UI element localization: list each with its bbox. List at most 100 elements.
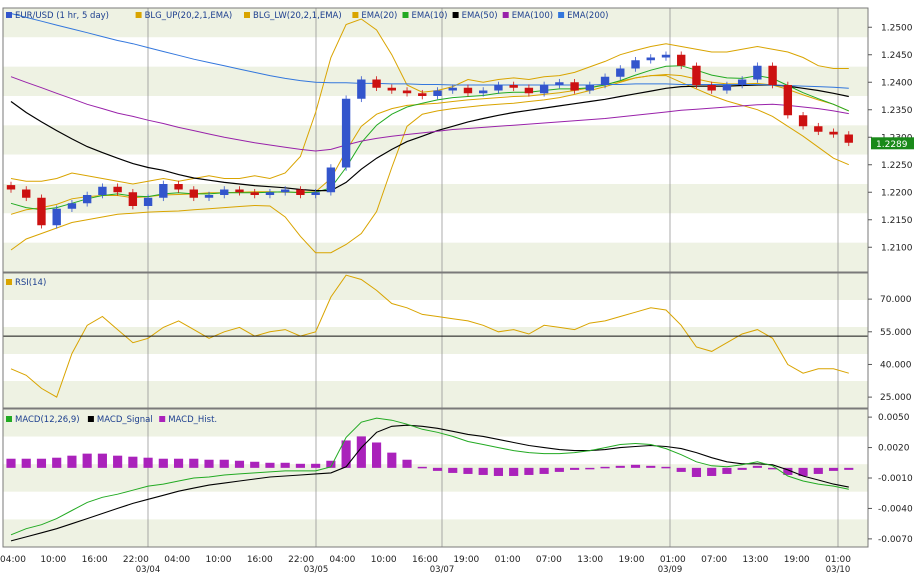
macd-hist-bar[interactable] [67, 455, 77, 468]
candle-body[interactable] [296, 189, 305, 196]
candle-body[interactable] [311, 192, 320, 195]
candle-body[interactable] [37, 197, 46, 226]
candle-body[interactable] [433, 90, 442, 97]
candle-body[interactable] [387, 87, 396, 91]
candle-body[interactable] [326, 167, 336, 193]
candle-body[interactable] [479, 90, 488, 94]
candle-body[interactable] [539, 85, 549, 94]
candle-body[interactable] [82, 195, 92, 204]
macd-hist-bar[interactable] [128, 456, 138, 468]
candle-body[interactable] [402, 90, 412, 94]
macd-hist-bar[interactable] [691, 467, 702, 477]
candle-body[interactable] [768, 65, 777, 85]
candle-body[interactable] [783, 85, 793, 116]
candle-body[interactable] [814, 126, 823, 132]
macd-hist-bar[interactable] [97, 453, 107, 468]
macd-hist-bar[interactable] [539, 467, 549, 474]
candle-body[interactable] [677, 54, 686, 66]
macd-hist-bar[interactable] [280, 462, 290, 468]
candle-body[interactable] [98, 186, 107, 195]
macd-hist-bar[interactable] [250, 461, 260, 468]
candle-body[interactable] [585, 85, 595, 91]
macd-hist-bar[interactable] [372, 442, 382, 468]
macd-hist-bar[interactable] [36, 458, 47, 468]
candle-body[interactable] [220, 189, 229, 196]
candle-body[interactable] [631, 60, 640, 69]
candle-body[interactable] [418, 93, 427, 96]
macd-hist-bar[interactable] [661, 466, 671, 469]
macd-hist-bar[interactable] [234, 460, 245, 468]
candle-body[interactable] [372, 79, 381, 88]
candle-body[interactable] [692, 65, 701, 85]
macd-hist-bar[interactable] [6, 458, 16, 468]
candle-body[interactable] [189, 189, 198, 198]
macd-hist-bar[interactable] [417, 466, 427, 469]
macd-hist-bar[interactable] [828, 467, 839, 471]
candle-body[interactable] [753, 65, 762, 80]
macd-hist-bar[interactable] [676, 467, 686, 472]
candle-body[interactable] [265, 192, 275, 195]
candle-body[interactable] [570, 82, 579, 91]
candle-body[interactable] [67, 203, 77, 209]
candle-body[interactable] [798, 115, 808, 127]
macd-hist-bar[interactable] [52, 457, 62, 468]
macd-hist-bar[interactable] [478, 467, 488, 475]
candle-body[interactable] [280, 189, 290, 193]
candle-body[interactable] [143, 197, 153, 206]
macd-hist-bar[interactable] [113, 455, 123, 468]
forex-chart[interactable]: 1.25001.24501.24001.23501.23001.22501.22… [0, 0, 914, 575]
candle-body[interactable] [661, 54, 671, 58]
macd-hist-bar[interactable] [189, 458, 199, 468]
candle-body[interactable] [448, 87, 457, 91]
macd-hist-bar[interactable] [173, 458, 184, 468]
macd-hist-bar[interactable] [844, 467, 854, 470]
macd-hist-bar[interactable] [585, 467, 595, 470]
macd-hist-bar[interactable] [509, 467, 519, 476]
candle-body[interactable] [555, 82, 564, 85]
macd-hist-bar[interactable] [570, 467, 580, 470]
candle-body[interactable] [357, 79, 366, 99]
macd-hist-bar[interactable] [646, 465, 656, 468]
candle-body[interactable] [174, 184, 183, 190]
macd-hist-bar[interactable] [463, 467, 473, 474]
candle-body[interactable] [844, 134, 853, 143]
macd-hist-bar[interactable] [554, 467, 564, 472]
candle-body[interactable] [646, 57, 655, 61]
macd-hist-bar[interactable] [600, 466, 610, 469]
candle-body[interactable] [707, 85, 716, 91]
candle-body[interactable] [737, 79, 747, 86]
macd-hist-bar[interactable] [737, 467, 747, 470]
macd-hist-bar[interactable] [143, 457, 153, 468]
macd-hist-bar[interactable] [311, 463, 321, 468]
macd-hist-bar[interactable] [448, 467, 458, 473]
candle-body[interactable] [22, 189, 31, 198]
macd-hist-bar[interactable] [432, 467, 443, 471]
candle-body[interactable] [6, 185, 16, 190]
macd-hist-bar[interactable] [524, 467, 534, 475]
macd-hist-bar[interactable] [158, 458, 168, 468]
candle-body[interactable] [52, 208, 61, 226]
candle-body[interactable] [524, 87, 534, 94]
macd-hist-bar[interactable] [752, 465, 762, 468]
macd-hist-bar[interactable] [402, 459, 412, 468]
candle-body[interactable] [463, 87, 473, 94]
candle-body[interactable] [159, 184, 168, 198]
candle-body[interactable] [600, 76, 610, 85]
candle-body[interactable] [250, 192, 259, 195]
macd-hist-bar[interactable] [813, 467, 823, 474]
macd-hist-bar[interactable] [630, 464, 641, 468]
candle-body[interactable] [341, 98, 351, 168]
candle-body[interactable] [494, 85, 503, 91]
macd-hist-bar[interactable] [615, 465, 625, 468]
macd-hist-bar[interactable] [21, 458, 31, 468]
candle-body[interactable] [829, 131, 838, 135]
macd-hist-bar[interactable] [493, 467, 503, 476]
macd-hist-bar[interactable] [82, 453, 92, 468]
macd-hist-bar[interactable] [265, 462, 275, 468]
candle-body[interactable] [509, 85, 518, 88]
candle-body[interactable] [204, 195, 214, 198]
candle-body[interactable] [113, 186, 122, 193]
macd-hist-bar[interactable] [387, 452, 397, 468]
macd-hist-bar[interactable] [219, 459, 229, 468]
candle-body[interactable] [722, 85, 732, 91]
